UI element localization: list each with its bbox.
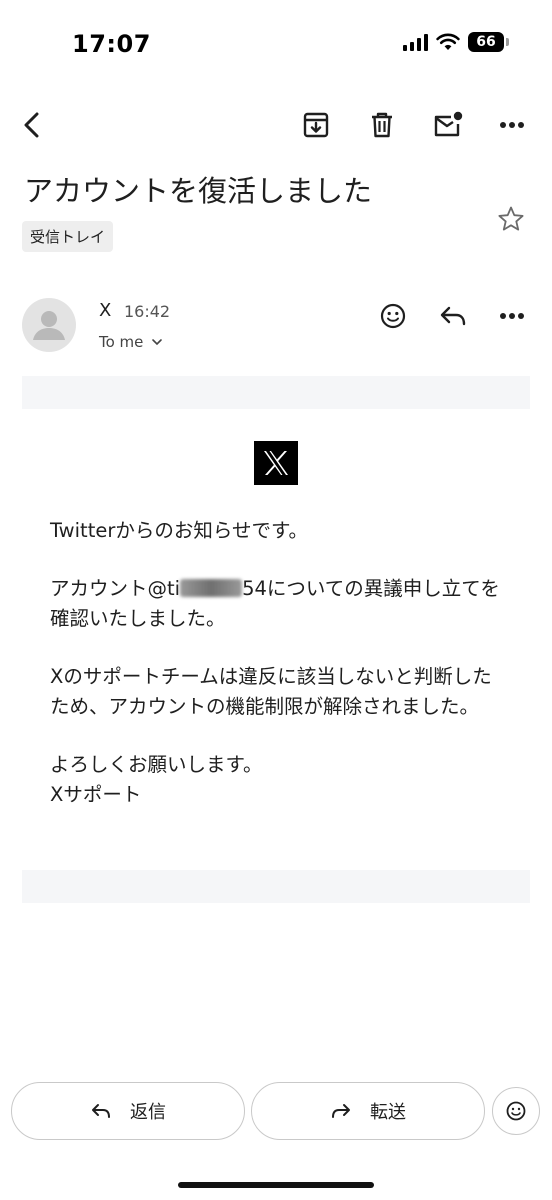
add-reaction-button[interactable] [373,296,413,336]
star-button[interactable] [494,202,528,236]
mark-unread-button[interactable] [428,105,468,145]
email-toolbar [0,95,552,155]
battery-icon: 66 [468,32,509,52]
person-icon [33,311,65,340]
more-options-button[interactable] [492,105,532,145]
inbox-label-chip[interactable]: 受信トレイ [22,221,114,252]
status-time: 17:07 [72,30,151,58]
delete-icon [372,112,392,138]
forward-button[interactable]: 転送 [251,1082,485,1140]
message-more-button[interactable] [492,296,532,336]
signature: Xサポート [50,783,142,806]
recipient-toggle[interactable]: To me [99,333,163,351]
chevron-down-icon [152,339,163,346]
reply-icon [440,306,466,326]
star-icon [498,206,524,231]
sent-time: 16:42 [124,302,171,321]
x-logo-icon [264,451,288,475]
recipient-label: To me [99,333,144,351]
archive-icon [303,112,329,138]
more-icon [500,122,524,128]
sender-avatar[interactable] [22,298,76,352]
email-body: Twitterからのお知らせです。 アカウント@ti 54についての異議申し立てを… [50,516,510,810]
email-footer-band [22,870,530,903]
back-icon [24,112,39,138]
reply-icon [92,1104,110,1118]
mark-unread-icon [434,111,463,137]
body-intro: Twitterからのお知らせです。 [50,519,309,542]
body-result: Xのサポートチームは違反に該当しないと判断したため、アカウントの機能制限が解除さ… [50,665,492,718]
status-indicators: 66 [403,32,509,52]
emoji-icon [380,303,406,329]
emoji-icon [506,1101,526,1121]
archive-button[interactable] [296,105,336,145]
appeal-text-start: アカウント@ti [50,577,181,600]
wifi-icon [436,33,460,50]
body-closing: よろしくお願いします。 Xサポート [50,750,510,810]
forward-icon [332,1104,350,1118]
signal-icon [403,33,428,51]
reply-icon-button[interactable] [433,296,473,336]
status-bar: 17:07 66 [0,0,552,90]
more-icon [500,313,524,319]
home-indicator[interactable] [178,1182,374,1188]
back-button[interactable] [12,105,52,145]
x-logo [254,441,298,485]
redacted-username [180,579,243,597]
email-header-band [22,376,530,409]
sender-name: X [99,300,112,321]
body-appeal: アカウント@ti 54についての異議申し立てを確認いたしました。 [50,574,510,634]
forward-label: 転送 [370,1102,406,1123]
closing-line: よろしくお願いします。 [50,753,263,776]
emoji-reaction-button[interactable] [492,1087,540,1135]
delete-button[interactable] [362,105,402,145]
email-subject: アカウントを復活しました [24,174,373,208]
reply-button[interactable]: 返信 [11,1082,245,1140]
reply-label: 返信 [130,1102,166,1123]
